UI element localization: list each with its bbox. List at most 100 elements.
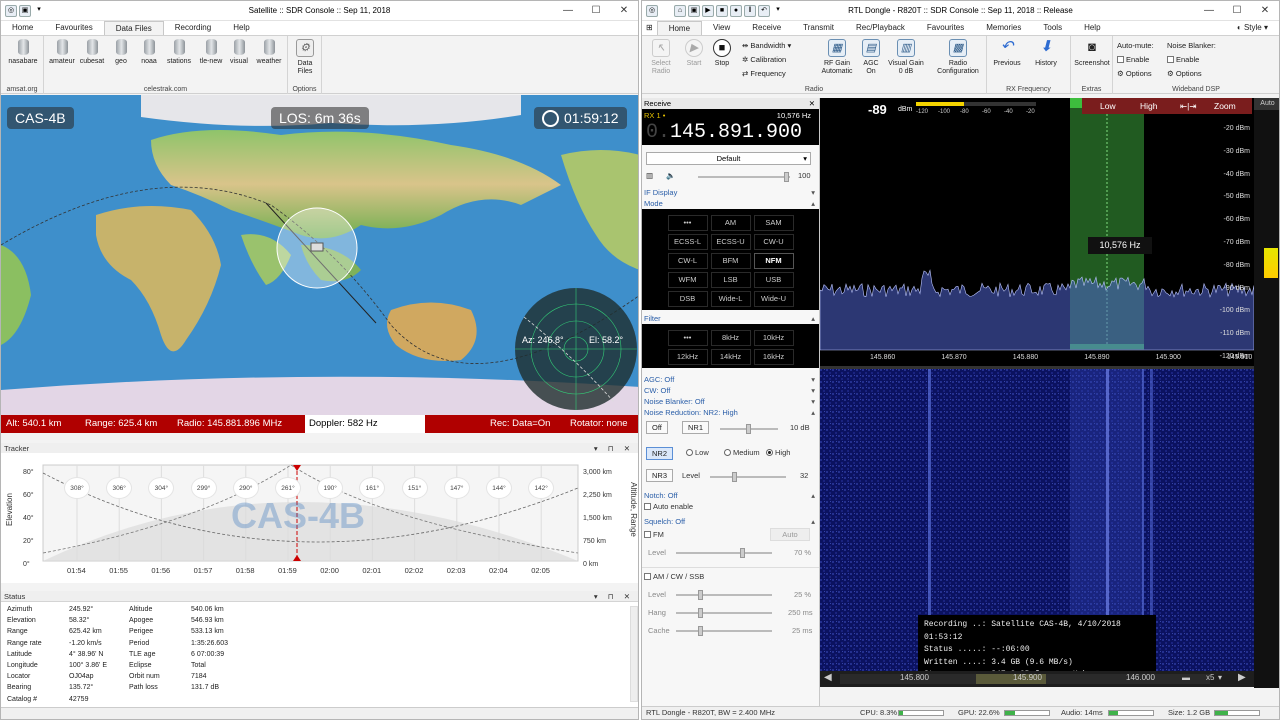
dropdown-icon[interactable]: ▾ [772,5,784,17]
tab-home[interactable]: Home [1,21,44,35]
tab-home[interactable]: Home [656,21,703,35]
world-map[interactable]: CAS-4B LOS: 6m 36s 01:59:12 Az: 246.8° E… [1,95,638,433]
filter-section-header[interactable]: Filter ▴ [642,313,819,324]
mode-button[interactable]: USB [753,272,794,288]
save-icon[interactable]: ▣ [688,5,700,17]
slider-thumb[interactable] [784,172,789,182]
mode-section-header[interactable]: Mode ▴ [642,198,819,209]
mode-button[interactable]: DSB [667,291,708,307]
cache-slider[interactable] [676,626,772,636]
history-button[interactable]: ⬇ History [1029,39,1063,68]
tab-favourites[interactable]: Favourites [44,21,103,35]
automute-options-button[interactable]: ⚙ Options [1117,69,1152,78]
visual-button[interactable]: visual [226,39,252,66]
squelch-level-slider[interactable] [676,548,772,558]
tab-recording[interactable]: Recording [164,21,222,35]
nr2-high-radio[interactable]: High [766,448,790,457]
radio-configuration-button[interactable]: ▩ Radio Configuration [932,39,984,76]
mode-button[interactable]: Wide-U [753,291,794,307]
mode-button[interactable]: Wide-L [710,291,751,307]
notch-auto-enable-checkbox[interactable]: Auto enable [644,502,693,511]
amateur-button[interactable]: amateur [48,39,76,66]
nr2-low-radio[interactable]: Low [686,448,709,457]
slider-thumb[interactable] [732,472,737,482]
high-button[interactable]: High [1140,98,1157,114]
am-cw-ssb-checkbox[interactable]: AM / CW / SSB [644,572,704,581]
meter-icon[interactable]: ▥ [646,171,653,180]
undo-icon[interactable]: ↶ [758,5,770,17]
record-icon[interactable]: ● [730,5,742,17]
minimize-icon[interactable]: — [554,1,582,21]
select-radio-button[interactable]: ↖ Select Radio [646,39,676,76]
nr-off-button[interactable]: Off [646,421,668,434]
squelch-header[interactable]: Squelch: Off ▴ [642,516,819,527]
agc-toggle[interactable]: AGC: Off ▾ [642,374,819,385]
spectrum-display[interactable]: -89 dBm -120 -100 -80 -60 -40 -20 Low High ⇤|… [820,98,1254,366]
mode-button[interactable]: LSB [710,272,751,288]
speaker-icon[interactable]: 🔈 [666,171,675,180]
noise-reduction-header[interactable]: Noise Reduction: NR2: High ▴ [642,407,819,418]
visual-gain-button[interactable]: ▥ Visual Gain 0 dB [886,39,926,76]
chevron-down-icon[interactable]: ▾ [1218,673,1222,682]
mode-button[interactable]: SAM [753,215,794,231]
tab-view[interactable]: View [702,21,741,35]
nr3-level-slider[interactable] [710,472,786,482]
noise-blanker-toggle[interactable]: Noise Blanker: Off ▾ [642,396,819,407]
am-level-slider[interactable] [676,590,772,600]
volume-slider[interactable] [698,172,790,182]
span-icon[interactable]: ⇤|⇥ [1180,98,1196,114]
ruler-icon[interactable]: ▬ [1182,673,1190,682]
mode-button[interactable]: BFM [710,253,751,269]
cw-toggle[interactable]: CW: Off ▾ [642,385,819,396]
nr2-button[interactable]: NR2 [646,447,674,460]
automute-enable-checkbox[interactable]: Enable [1117,55,1149,64]
stations-button[interactable]: stations [164,39,194,66]
mode-button[interactable]: AM [710,215,751,231]
mode-button[interactable]: ECSS-L [667,234,708,250]
auto-button[interactable]: Auto [1254,98,1279,110]
slider-thumb[interactable] [698,590,703,600]
save-icon[interactable]: ▣ [19,5,31,17]
tab-help[interactable]: Help [1073,21,1111,35]
nr2-medium-radio[interactable]: Medium [724,448,760,457]
squelch-fm-checkbox[interactable]: FM [644,530,664,539]
screenshot-button[interactable]: ◙ Screenshot [1071,39,1113,68]
preset-select[interactable]: Default ▾ [646,152,811,165]
slider-thumb[interactable] [698,626,703,636]
pause-icon[interactable]: ‖ [744,5,756,17]
style-menu[interactable]: ◐ Style ▾ [1226,21,1279,35]
dropdown-icon[interactable]: ▾ [33,5,45,17]
maximize-icon[interactable]: ☐ [582,1,610,21]
zoom-button[interactable]: Zoom [1214,98,1236,114]
mode-button[interactable]: WFM [667,272,708,288]
mode-button[interactable]: ECSS-U [710,234,751,250]
calibration-button[interactable]: ✲ Calibration [742,55,786,64]
panel-controls[interactable]: ▾ ⊓ ✕ [594,591,634,602]
waterfall-display[interactable]: Recording ..: Satellite CAS-4B, 4/10/201… [820,369,1254,687]
low-button[interactable]: Low [1100,98,1116,114]
cubesat-button[interactable]: cubesat [78,39,106,66]
weather-button[interactable]: weather [253,39,285,66]
geo-button[interactable]: geo [110,39,132,66]
slider-thumb[interactable] [698,608,703,618]
close-icon[interactable]: ✕ [1251,1,1279,21]
frequency-display[interactable]: RX 1 • 10,576 Hz 0. 145.891.900 [642,109,819,145]
bandwidth-button[interactable]: ⇹ Bandwidth ▾ [742,41,791,50]
mode-button[interactable]: CW-U [753,234,794,250]
waterfall-scrollbar[interactable]: ◀ 145.800 145.900 146.000 ▬ x5 ▾ ▶ [820,671,1254,687]
scroll-left-icon[interactable]: ◀ [824,672,832,683]
status-scrollbar[interactable] [630,606,638,702]
home-icon[interactable]: ⌂ [674,5,686,17]
nasabare-button[interactable]: nasabare [5,39,41,66]
filter-button[interactable]: ••• [667,330,708,346]
noaa-button[interactable]: noaa [138,39,160,66]
filter-button[interactable]: 8kHz [710,330,751,346]
notch-header[interactable]: Notch: Off ▴ [642,490,819,501]
nr3-button[interactable]: NR3 [646,469,674,482]
noise-blanker-options-button[interactable]: ⚙ Options [1167,69,1202,78]
filter-button[interactable]: 16kHz [753,349,794,365]
rf-gain-button[interactable]: ▦ RF Gain Automatic [817,39,857,76]
slider-thumb[interactable] [746,424,751,434]
tab-receive[interactable]: Receive [741,21,792,35]
noise-blanker-enable-checkbox[interactable]: Enable [1167,55,1199,64]
